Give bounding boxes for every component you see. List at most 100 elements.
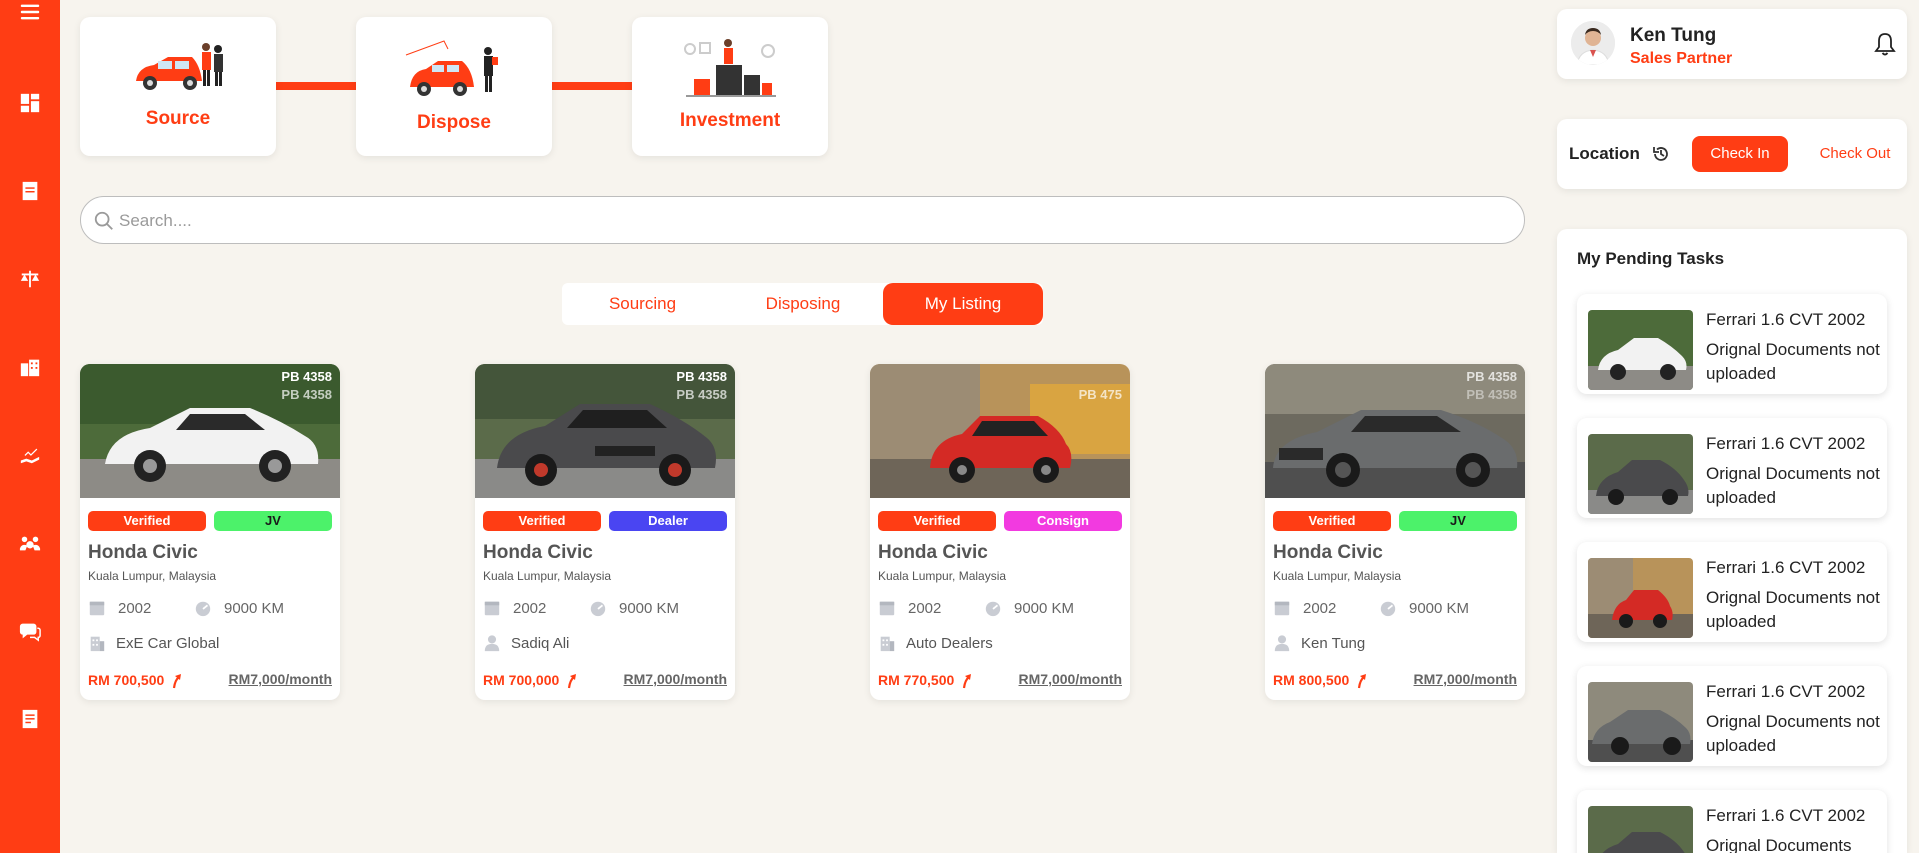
car-location: Kuala Lumpur, Malaysia — [878, 569, 1007, 583]
trend-up-icon — [173, 674, 182, 689]
car-title: Honda Civic — [88, 542, 198, 563]
document-icon[interactable] — [18, 179, 42, 203]
person-icon — [1274, 635, 1290, 652]
monthly-price-link[interactable]: RM7,000/month — [229, 671, 332, 687]
car-photo: PB 475 — [870, 364, 1130, 498]
status-badge: Verified — [88, 511, 206, 531]
task-thumbnail — [1588, 434, 1693, 514]
task-item[interactable]: Ferrari 1.6 CVT 2002 Orignal Documents n… — [1577, 666, 1887, 766]
year-value: 2002 — [513, 599, 547, 617]
year-spec: 2002 — [878, 599, 941, 617]
task-title: Ferrari 1.6 CVT 2002 — [1706, 558, 1866, 577]
car-photo: PB 4358 PB 4358 — [80, 364, 340, 498]
history-icon[interactable] — [1651, 144, 1671, 164]
owner: Ken Tung — [1273, 634, 1365, 652]
dashboard-icon[interactable] — [18, 91, 42, 115]
building-icon — [90, 636, 105, 652]
calendar-icon — [484, 601, 500, 616]
tab-my-listing[interactable]: My Listing — [883, 283, 1043, 325]
price-value: RM 700,000 — [483, 672, 560, 688]
location-card: Location Check In Check Out — [1557, 119, 1907, 189]
check-out-button[interactable]: Check Out — [1809, 136, 1901, 172]
process-card-investment[interactable]: Investment — [632, 17, 828, 156]
car-title: Honda Civic — [483, 542, 593, 563]
task-title: Ferrari 1.6 CVT 2002 — [1706, 310, 1866, 329]
year-spec: 2002 — [1273, 599, 1336, 617]
plate-number-secondary: PB 4358 — [281, 387, 332, 402]
people-money-icon[interactable] — [18, 531, 42, 555]
mileage-value: 9000 KM — [224, 599, 285, 617]
listing-card[interactable]: PB 4358 PB 4358 Verified Dealer Honda Ci… — [475, 364, 735, 700]
task-item[interactable]: Ferrari 1.6 CVT 2002 Orignal Documents n… — [1577, 294, 1887, 394]
process-card-source[interactable]: Source — [80, 17, 276, 156]
task-item[interactable]: Ferrari 1.6 CVT 2002 Orignal Documents n… — [1577, 418, 1887, 518]
task-description: Orignal Documents not uploaded — [1706, 340, 1880, 383]
mileage-value: 9000 KM — [619, 599, 680, 617]
process-label: Investment — [679, 110, 781, 131]
monthly-price-link[interactable]: RM7,000/month — [624, 671, 727, 687]
location-label: Location — [1569, 144, 1640, 163]
pending-tasks-panel: My Pending Tasks Ferrari 1.6 CVT 2002 Or… — [1557, 229, 1907, 853]
calendar-icon — [879, 601, 895, 616]
search-bar[interactable] — [80, 196, 1525, 244]
speedometer-icon — [195, 601, 211, 617]
source-illustration — [136, 43, 223, 90]
year-spec: 2002 — [88, 599, 151, 617]
person-icon — [484, 635, 500, 652]
mileage-spec: 9000 KM — [589, 599, 679, 617]
listing-card[interactable]: PB 475 Verified Consign Honda Civic Kual… — [870, 364, 1130, 700]
car-location: Kuala Lumpur, Malaysia — [1273, 569, 1402, 583]
investment-illustration — [684, 39, 776, 97]
trend-up-icon — [568, 674, 577, 689]
sidebar — [0, 0, 60, 853]
tab-disposing[interactable]: Disposing — [723, 283, 883, 325]
mileage-value: 9000 KM — [1014, 599, 1075, 617]
calendar-icon — [1274, 601, 1290, 616]
price-value: RM 700,500 — [88, 672, 165, 688]
buildings-icon[interactable] — [18, 355, 42, 379]
plate-number: PB 4358 — [1466, 369, 1517, 384]
report-icon[interactable] — [18, 707, 42, 731]
car-title: Honda Civic — [878, 542, 988, 563]
task-thumbnail — [1588, 310, 1693, 390]
trend-up-icon — [1358, 674, 1367, 689]
process-connector — [276, 82, 358, 90]
task-thumbnail — [1588, 682, 1693, 762]
listing-card[interactable]: PB 4358 PB 4358 Verified JV Honda Civic … — [80, 364, 340, 700]
car-location: Kuala Lumpur, Malaysia — [88, 569, 217, 583]
scale-icon[interactable] — [18, 267, 42, 291]
year-spec: 2002 — [483, 599, 546, 617]
type-badge: Dealer — [609, 511, 727, 531]
avatar[interactable] — [1571, 21, 1615, 65]
task-thumbnail — [1588, 558, 1693, 638]
price: RM 800,500 — [1273, 671, 1369, 689]
search-input[interactable] — [119, 205, 1499, 237]
mileage-spec: 9000 KM — [984, 599, 1074, 617]
tab-sourcing[interactable]: Sourcing — [562, 283, 723, 325]
bell-icon[interactable] — [1873, 31, 1897, 57]
speedometer-icon — [985, 601, 1001, 617]
task-description: Orignal Documents not uploaded — [1706, 588, 1880, 631]
process-connector — [552, 82, 634, 90]
task-thumbnail — [1588, 806, 1693, 853]
dispose-illustration — [405, 40, 498, 96]
task-description: Orignal Documents not uploaded — [1706, 464, 1880, 507]
task-title: Ferrari 1.6 CVT 2002 — [1706, 434, 1866, 453]
plate-number-secondary: PB 475 — [1078, 387, 1122, 402]
monthly-price-link[interactable]: RM7,000/month — [1019, 671, 1122, 687]
task-item[interactable]: Ferrari 1.6 CVT 2002 Orignal Documents — [1577, 790, 1887, 853]
price-value: RM 800,500 — [1273, 672, 1350, 688]
user-name: Ken Tung — [1630, 25, 1717, 46]
plate-number: PB 4358 — [676, 369, 727, 384]
type-badge: Consign — [1004, 511, 1122, 531]
chat-icon[interactable] — [18, 619, 42, 643]
task-item[interactable]: Ferrari 1.6 CVT 2002 Orignal Documents n… — [1577, 542, 1887, 642]
user-role: Sales Partner — [1630, 50, 1733, 67]
check-in-button[interactable]: Check In — [1692, 136, 1788, 172]
type-badge: JV — [1399, 511, 1517, 531]
listing-card[interactable]: PB 4358 PB 4358 Verified JV Honda Civic … — [1265, 364, 1525, 700]
menu-icon[interactable] — [18, 0, 42, 24]
chart-hand-icon[interactable] — [18, 443, 42, 467]
process-card-dispose[interactable]: Dispose — [356, 17, 552, 156]
monthly-price-link[interactable]: RM7,000/month — [1414, 671, 1517, 687]
